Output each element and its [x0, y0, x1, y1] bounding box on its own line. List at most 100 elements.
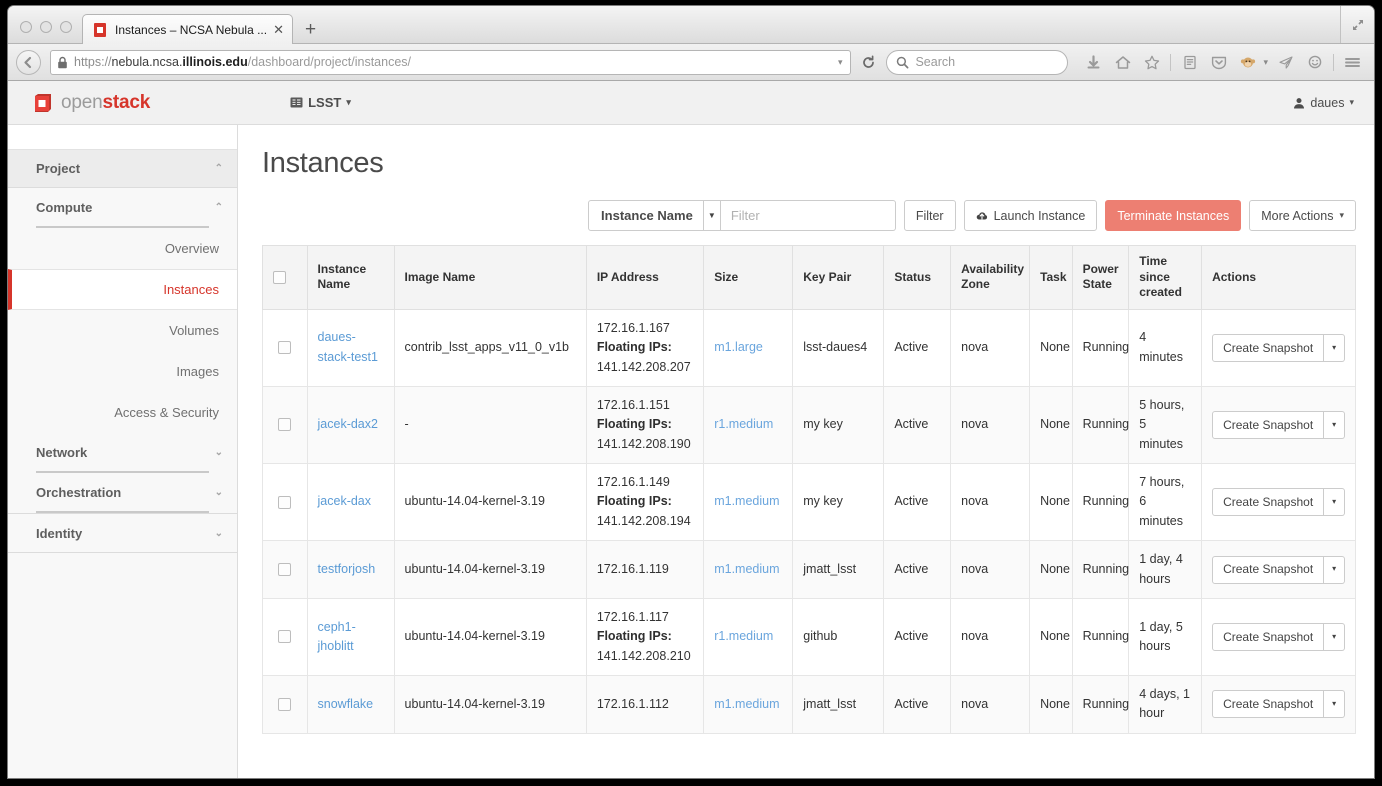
create-snapshot-button[interactable]: Create Snapshot	[1212, 690, 1325, 719]
new-tab-button[interactable]: +	[293, 20, 330, 43]
user-menu[interactable]: daues ▾	[1293, 96, 1354, 110]
instance-name-link[interactable]: jacek-dax2	[318, 417, 378, 431]
sidebar-group-network[interactable]: Network ⌄	[8, 433, 237, 471]
back-button[interactable]	[16, 49, 41, 75]
cell-instance-name: jacek-dax	[306, 463, 395, 542]
sidebar-item-instances[interactable]: Instances	[8, 269, 237, 310]
sidebar-group-identity[interactable]: Identity ⌄	[8, 514, 237, 552]
chevron-down-icon[interactable]: ▾	[838, 57, 845, 68]
flavor-link[interactable]: m1.large	[714, 340, 763, 354]
column-key-pair[interactable]: Key Pair	[792, 245, 885, 310]
instance-name-link[interactable]: testforjosh	[318, 562, 376, 576]
flavor-link[interactable]: m1.medium	[714, 494, 779, 508]
search-input[interactable]: Search	[915, 55, 955, 69]
column-instance-name[interactable]: Instance Name	[306, 245, 395, 310]
downloads-button[interactable]	[1080, 49, 1107, 76]
create-snapshot-button[interactable]: Create Snapshot	[1212, 555, 1325, 584]
search-bar[interactable]: Search	[886, 49, 1069, 75]
row-actions-chevron-down-icon[interactable]: ▾	[1324, 555, 1345, 584]
terminate-instances-button[interactable]: Terminate Instances	[1105, 200, 1242, 231]
pocket-button[interactable]	[1205, 49, 1232, 76]
cloud-upload-icon	[976, 211, 987, 220]
instance-name-link[interactable]: jacek-dax	[318, 494, 372, 508]
reading-list-button[interactable]	[1176, 49, 1203, 76]
row-actions-chevron-down-icon[interactable]: ▾	[1324, 690, 1345, 719]
select-all-checkbox[interactable]	[273, 270, 286, 284]
cell-instance-name: snowflake	[306, 675, 395, 734]
flavor-link[interactable]: r1.medium	[714, 629, 773, 643]
reload-button[interactable]	[857, 51, 880, 74]
zoom-window-button[interactable]	[60, 21, 72, 33]
flavor-link[interactable]: m1.medium	[714, 562, 779, 576]
row-checkbox[interactable]	[278, 697, 292, 711]
create-snapshot-button[interactable]: Create Snapshot	[1212, 488, 1325, 517]
create-snapshot-button[interactable]: Create Snapshot	[1212, 622, 1325, 651]
column-image-name[interactable]: Image Name	[393, 245, 587, 310]
column-availability-zone[interactable]: Availability Zone	[950, 245, 1031, 310]
sidebar-item-overview[interactable]: Overview	[8, 228, 237, 269]
flavor-link[interactable]: m1.medium	[714, 697, 779, 711]
instance-name-link[interactable]: ceph1-jhoblitt	[318, 620, 356, 653]
browser-tab-bar: Instances – NCSA Nebula ... ✕ +	[8, 6, 1374, 44]
close-tab-icon[interactable]: ✕	[273, 23, 284, 36]
persona-button[interactable]	[1234, 49, 1261, 76]
cell-power-state: Running	[1071, 597, 1130, 677]
paper-plane-icon	[1278, 55, 1293, 69]
table-row: testforjosh ubuntu-14.04-kernel-3.19 172.1…	[262, 540, 1356, 599]
row-actions-chevron-down-icon[interactable]: ▾	[1324, 622, 1345, 651]
instance-name-link[interactable]: daues-stack-test1	[318, 330, 378, 363]
browser-tab[interactable]: Instances – NCSA Nebula ... ✕	[82, 14, 293, 44]
menu-button[interactable]	[1339, 49, 1366, 76]
sidebar-group-orchestration[interactable]: Orchestration ⌄	[8, 473, 237, 511]
home-button[interactable]	[1109, 49, 1136, 76]
create-snapshot-button[interactable]: Create Snapshot	[1212, 410, 1325, 439]
logo-open-text: open	[61, 91, 103, 113]
row-checkbox[interactable]	[278, 341, 292, 355]
flavor-link[interactable]: r1.medium	[714, 417, 773, 431]
column-time-since-created[interactable]: Time since created	[1128, 245, 1203, 310]
column-task[interactable]: Task	[1029, 245, 1073, 310]
row-checkbox[interactable]	[278, 563, 292, 577]
bookmark-button[interactable]	[1138, 49, 1165, 76]
persona-chevron-down-icon[interactable]: ▾	[1263, 57, 1270, 68]
column-power-state[interactable]: Power State	[1071, 245, 1130, 310]
row-actions-chevron-down-icon[interactable]: ▾	[1324, 488, 1345, 517]
cell-size: m1.medium	[703, 540, 794, 599]
row-checkbox[interactable]	[278, 495, 292, 509]
column-size[interactable]: Size	[703, 245, 794, 310]
openstack-logo[interactable]: openstack	[32, 92, 150, 114]
filter-button[interactable]: Filter	[903, 200, 956, 231]
more-actions-button[interactable]: More Actions ▾	[1249, 200, 1356, 231]
sidebar-item-images[interactable]: Images	[8, 351, 237, 392]
cell-status: Active	[883, 385, 952, 465]
create-snapshot-button[interactable]: Create Snapshot	[1212, 333, 1325, 362]
sidebar-group-project[interactable]: Project ⌃	[8, 150, 237, 188]
cell-time-since-created: 4 days, 1 hour	[1128, 675, 1203, 734]
restore-window-button[interactable]	[1340, 6, 1374, 43]
launch-instance-button[interactable]: Launch Instance	[963, 200, 1098, 231]
close-window-button[interactable]	[20, 21, 32, 33]
sidebar-group-compute[interactable]: Compute ⌃	[8, 188, 237, 226]
chevron-down-icon: ▼	[702, 201, 720, 230]
cell-status: Active	[883, 463, 952, 542]
filter-input[interactable]: Filter	[720, 200, 896, 231]
column-status[interactable]: Status	[883, 245, 952, 310]
project-switcher[interactable]: LSST ▾	[290, 95, 351, 110]
toolbar-divider	[1170, 53, 1172, 71]
filter-field-select[interactable]: Instance Name ▼	[588, 200, 721, 231]
column-ip-address[interactable]: IP Address	[585, 245, 705, 310]
sidebar-item-access-security[interactable]: Access & Security	[8, 392, 237, 433]
row-actions-chevron-down-icon[interactable]: ▾	[1324, 410, 1345, 439]
chat-button[interactable]	[1301, 49, 1328, 76]
cell-actions: Create Snapshot ▾	[1201, 463, 1356, 542]
row-checkbox[interactable]	[278, 630, 292, 644]
monkey-avatar-icon	[1240, 57, 1256, 67]
row-checkbox[interactable]	[278, 418, 292, 432]
openstack-logo-text: openstack	[61, 92, 150, 114]
row-actions-chevron-down-icon[interactable]: ▾	[1324, 333, 1345, 362]
share-button[interactable]	[1272, 49, 1299, 76]
minimize-window-button[interactable]	[40, 21, 52, 33]
sidebar-item-volumes[interactable]: Volumes	[8, 310, 237, 351]
instance-name-link[interactable]: snowflake	[318, 697, 374, 711]
url-bar[interactable]: https://nebula.ncsa.illinois.edu/dashboa…	[50, 49, 852, 75]
